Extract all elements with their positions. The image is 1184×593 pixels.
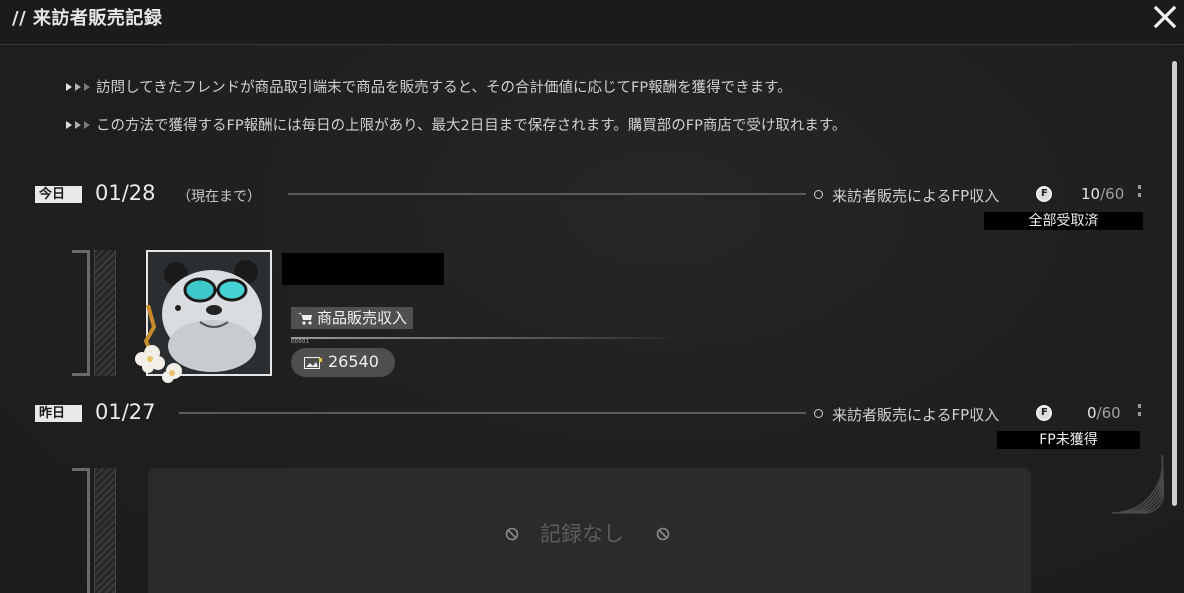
ring-icon [814,190,823,199]
fp-cap: /60 [1100,185,1125,203]
status-badge: 全部受取済 [984,212,1143,230]
day-tag-today: 今日 [35,186,82,203]
sales-value: 26540 [328,352,379,371]
hatch-stripe [94,468,116,593]
sales-income-chip: 商品販売収入 [291,307,414,329]
cart-icon [298,313,312,325]
hatch-stripe [94,250,116,376]
scrollbar-thumb[interactable] [1172,61,1177,506]
title-bar: // 来訪者販売記録 [0,0,1184,45]
bracket-bottom [72,373,90,376]
day-date: 01/27 [95,400,156,424]
fp-count: 0/60 [1087,404,1121,422]
ring-icon [814,409,823,418]
sales-value-pill: 26540 [291,348,395,377]
decorative-arcs [1111,454,1164,514]
sales-income-label: 商品販売収入 [317,309,408,327]
friend-name [282,253,444,285]
fp-income-label: 来訪者販売によるFP収入 [832,406,1000,424]
bracket-side [87,471,90,593]
day-sub: （現在まで） [177,189,261,205]
day-tag-yesterday: 昨日 [35,405,82,422]
triple-arrow-icon [66,82,90,91]
note-item: この方法で獲得するFP報酬には毎日の上限があり、最大2日目まで保存されます。購買… [66,114,846,135]
bracket-side [87,253,90,373]
day-date: 01/28 [95,181,156,205]
window-title: // 来訪者販売記録 [12,8,163,29]
no-record-icon [505,527,519,541]
bar-tick-label: 00001 [291,339,310,345]
fp-count: 10/60 [1081,185,1124,203]
fp-income-label: 来訪者販売によるFP収入 [832,187,1000,205]
fp-current: 10 [1081,185,1101,203]
fp-coin-icon: F [1036,186,1052,202]
close-button[interactable] [1150,2,1180,32]
triple-arrow-icon [66,120,90,129]
flower-decoration [135,305,182,383]
more-icon[interactable] [1138,404,1141,420]
close-icon [1153,5,1177,29]
fp-coin-icon: F [1036,405,1052,421]
note-item: 訪問してきたフレンドが商品取引端末で商品を販売すると、その合計価値に応じてFP報… [66,76,792,97]
record-content[interactable]: 訪問してきたフレンドが商品取引端末で商品を販売すると、その合計価値に応じてFP報… [0,45,1184,593]
note-text: この方法で獲得するFP報酬には毎日の上限があり、最大2日目まで保存されます。購買… [96,118,847,134]
image-icon [304,357,322,369]
note-text: 訪問してきたフレンドが商品取引端末で商品を販売すると、その合計価値に応じてFP報… [96,80,792,96]
empty-record-text: 記録なし [540,522,624,546]
fp-cap: /60 [1096,404,1121,422]
progress-bar [291,337,681,339]
no-record-icon [656,527,670,541]
day-divider [288,193,806,195]
day-divider [179,412,806,414]
fp-current: 0 [1087,404,1097,422]
more-icon[interactable] [1138,185,1141,201]
